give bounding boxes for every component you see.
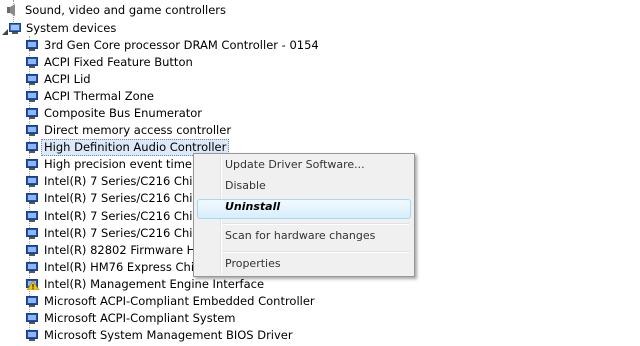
- device-label: ACPI Fixed Feature Button: [44, 55, 193, 69]
- menu-item-disable[interactable]: Disable: [225, 177, 266, 195]
- device-row[interactable]: Intel(R) Management Engine Interface: [0, 276, 300, 293]
- device-label: Composite Bus Enumerator: [44, 106, 203, 120]
- category-system-devices[interactable]: System devices: [0, 20, 300, 37]
- device-icon: [26, 261, 40, 273]
- device-label: Direct memory access controller: [44, 123, 232, 137]
- device-icon: [26, 124, 40, 136]
- device-label: ACPI Thermal Zone: [44, 89, 154, 103]
- device-label: 3rd Gen Core processor DRAM Controller -…: [44, 38, 319, 52]
- device-label: Intel(R) Management Engine Interface: [44, 277, 265, 291]
- collapse-arrow-icon[interactable]: [1, 24, 9, 35]
- device-row[interactable]: Microsoft ACPI-Compliant Embedded Contro…: [0, 293, 315, 310]
- menu-item-uninstall[interactable]: Uninstall: [225, 198, 280, 216]
- category-sound[interactable]: Sound, video and game controllers: [0, 2, 300, 19]
- device-icon: [26, 175, 40, 187]
- menu-separator: [223, 223, 409, 225]
- menu-item-update-driver[interactable]: Update Driver Software...: [225, 156, 365, 174]
- device-icon: [26, 210, 40, 222]
- device-tree[interactable]: Sound, video and game controllers System…: [0, 0, 640, 342]
- device-icon: [26, 39, 40, 51]
- device-icon: [26, 227, 40, 239]
- menu-item-properties[interactable]: Properties: [225, 255, 281, 273]
- device-row[interactable]: ACPI Thermal Zone: [0, 88, 300, 105]
- device-label: ACPI Lid: [44, 72, 91, 86]
- device-label: Microsoft System Management BIOS Driver: [44, 328, 293, 342]
- menu-separator: [223, 251, 409, 253]
- device-icon: [26, 107, 40, 119]
- device-label: High precision event timer: [44, 157, 197, 171]
- device-label: Microsoft ACPI-Compliant System: [44, 311, 236, 325]
- device-icon: [26, 141, 40, 153]
- device-icon: [26, 295, 40, 307]
- device-row[interactable]: ACPI Fixed Feature Button: [0, 54, 300, 71]
- device-icon: [26, 329, 40, 341]
- device-row[interactable]: ACPI Lid: [0, 71, 300, 88]
- device-icon: [26, 312, 40, 324]
- device-row[interactable]: Direct memory access controller: [0, 122, 300, 139]
- device-icon: [26, 192, 40, 204]
- system-devices-icon: [9, 22, 23, 34]
- speaker-icon: [6, 4, 20, 16]
- device-icon: [26, 90, 40, 102]
- device-row[interactable]: Microsoft ACPI-Compliant System: [0, 310, 300, 327]
- category-label: System devices: [26, 21, 117, 35]
- device-icon: [26, 158, 40, 170]
- device-label: Microsoft ACPI-Compliant Embedded Contro…: [44, 294, 315, 308]
- device-row[interactable]: Composite Bus Enumerator: [0, 105, 300, 122]
- menu-item-scan-hardware[interactable]: Scan for hardware changes: [225, 227, 375, 245]
- device-row[interactable]: Microsoft System Management BIOS Driver: [0, 327, 300, 344]
- device-icon: [26, 56, 40, 68]
- device-icon: [26, 73, 40, 85]
- device-warning-icon: [26, 278, 40, 291]
- device-row[interactable]: 3rd Gen Core processor DRAM Controller -…: [0, 37, 319, 54]
- device-icon: [26, 244, 40, 256]
- context-menu: Update Driver Software... Disable Uninst…: [193, 153, 415, 277]
- category-label: Sound, video and game controllers: [25, 3, 227, 17]
